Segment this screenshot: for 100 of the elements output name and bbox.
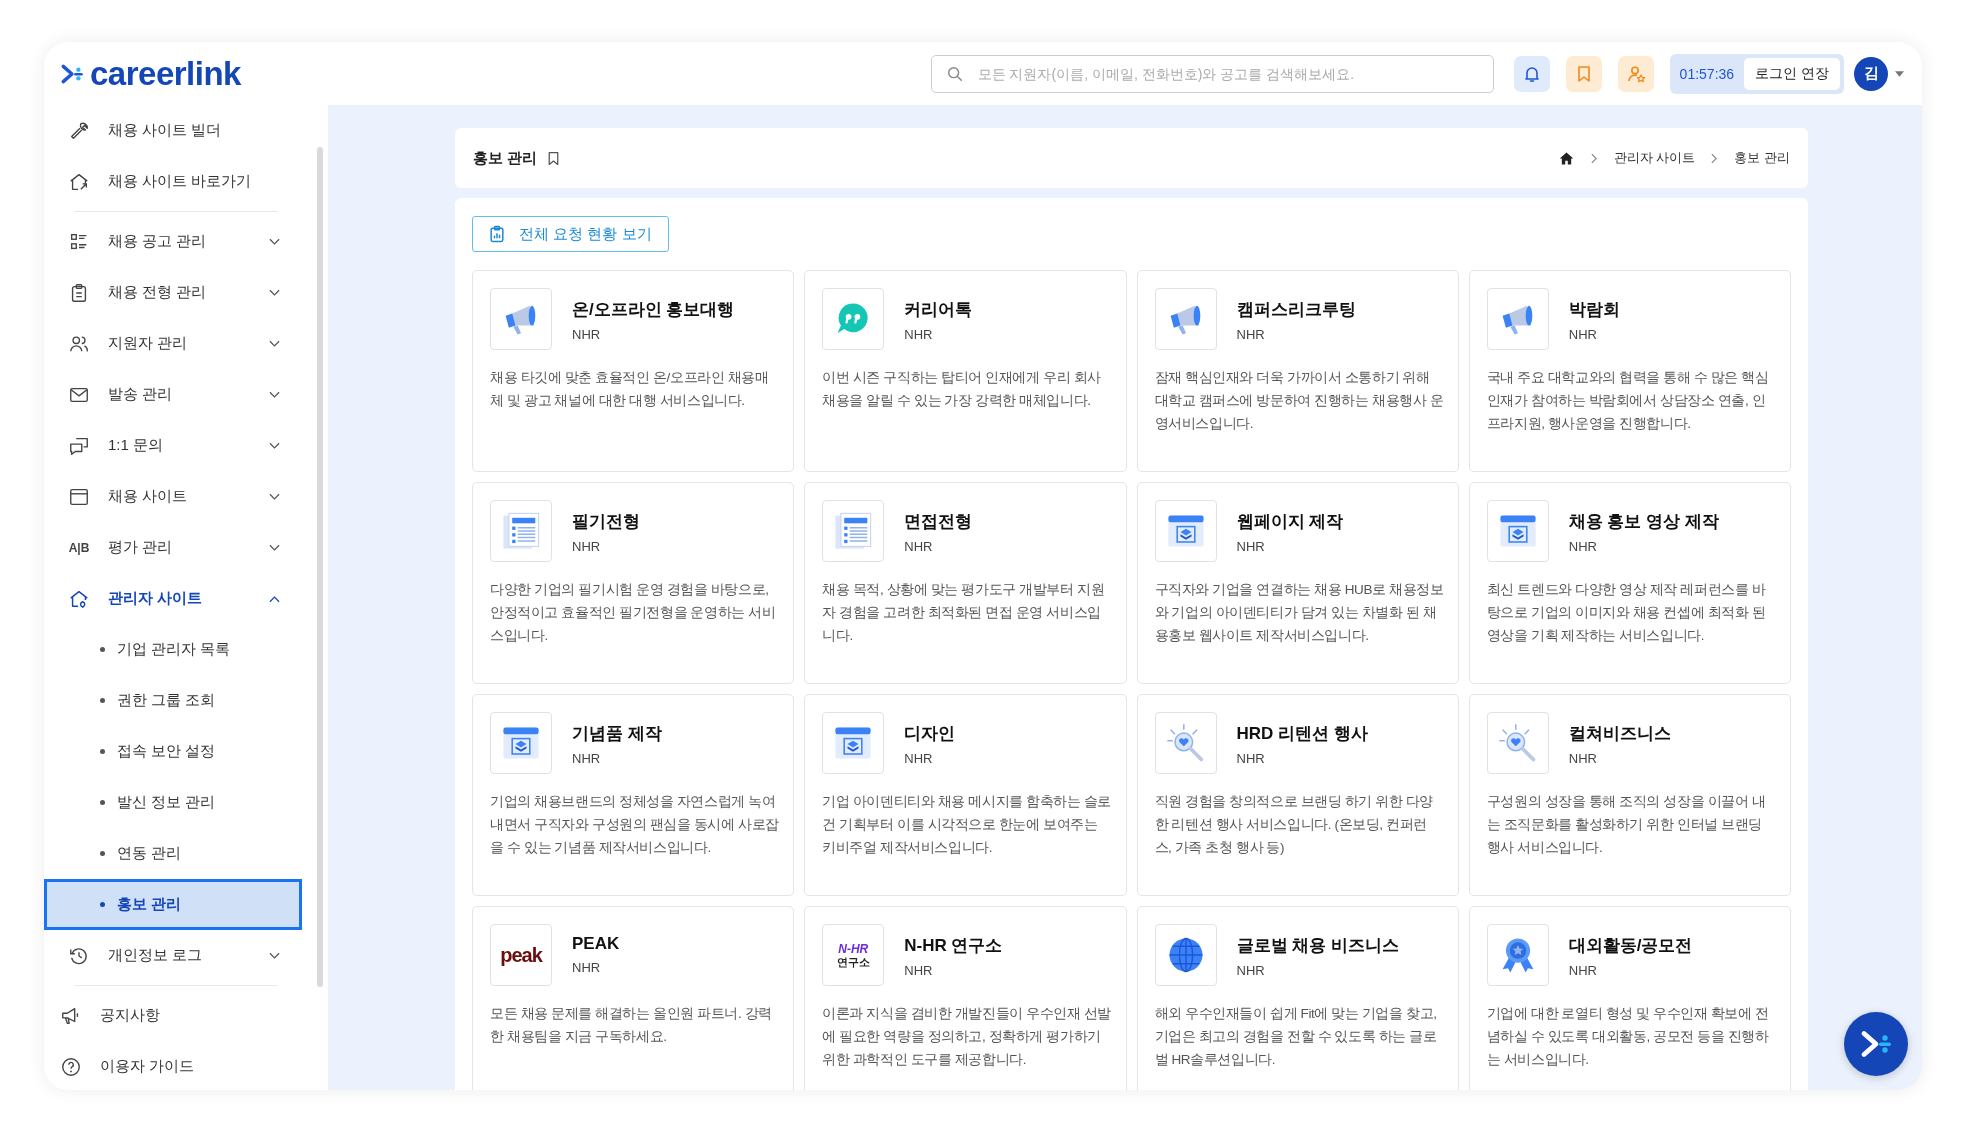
service-provider: NHR — [904, 539, 934, 554]
breadcrumb-link[interactable]: 관리자 사이트 — [1613, 149, 1696, 167]
service-card[interactable]: 대외활동/공모전 NHR 기업에 대한 로열티 형성 및 우수인재 확보에 전념하실 수 있도록 대외활동, 공모전 등을 진행하는 서비스입니다. — [1468, 906, 1791, 1090]
notification-button[interactable] — [1513, 55, 1550, 92]
sidebar-subitem[interactable]: 권한 그룹 조회 — [44, 675, 302, 726]
service-card[interactable]: HRD 리텐션 행사 NHR 직원 경험을 창의적으로 브랜딩 하기 위한 다양한 리텐션 행사 서비스입니다. (온보딩, 컨퍼런스, 가족 초청 행사 등) — [1136, 694, 1459, 896]
service-title: 글로벌 채용 비즈니스 — [1236, 935, 1399, 957]
service-card[interactable]: 필기전형 NHR 다양한 기업의 필기시험 운영 경험을 바탕으로, 안정적이고 효율적인 필기전형을 운영하는 서비스입니다. — [472, 482, 795, 684]
sidebar-menu-item[interactable]: 발송 관리 — [44, 369, 300, 420]
chevron-icon — [269, 594, 280, 603]
page-title: 홍보 관리 — [473, 148, 538, 168]
service-provider: NHR — [572, 960, 602, 975]
service-card[interactable]: 웹페이지 제작 NHR 구직자와 기업을 연결하는 채용 HUB로 채용정보와 기업의 아이덴티티가 담겨 있는 차별화 된 채용홍보 웹사이트 제작서비스입니다. — [1136, 482, 1459, 684]
sidebar-subitem[interactable]: 홍보 관리 — [44, 879, 302, 930]
service-card[interactable]: 글로벌 채용 비즈니스 NHR 해외 우수인재들이 쉽게 Fit에 맞는 기업을 찾고, 기업은 최고의 경험을 전할 수 있도록 하는 글로벌 HR솔루션입니다. — [1136, 906, 1459, 1090]
service-card[interactable]: 박람회 NHR 국내 주요 대학교와의 협력을 통해 수 많은 핵심인재가 참여하는 박람회에서 상담장소 연출, 인프라지원, 행사운영을 진행합니다. — [1468, 270, 1791, 472]
service-description: 구성원의 성장을 통해 조직의 성장을 이끌어 내는 조직문화를 활성화하기 위한 인터널 브랜딩 행사 서비스입니다. — [1486, 793, 1767, 857]
ab-icon: A|B — [68, 540, 90, 555]
sidebar-menu-item[interactable]: 채용 전형 관리 — [44, 267, 300, 318]
service-card[interactable]: 면접전형 NHR 채용 목적, 상황에 맞는 평가도구 개발부터 지원자 경험을 고려한 최적화된 면접 운영 서비스입니다. — [804, 482, 1127, 684]
service-description: 이론과 지식을 겸비한 개발진들이 우수인재 선발에 필요한 역량을 정의하고, 정확하게 평가하기 위한 과학적인 도구를 제공합니다. — [822, 1005, 1112, 1069]
sidebar-menu-item[interactable]: 개인정보 로그 — [44, 930, 300, 981]
chevron-icon — [269, 237, 280, 246]
service-provider: NHR — [572, 539, 602, 554]
help-icon — [60, 1055, 82, 1078]
service-provider: NHR — [904, 751, 934, 766]
sidebar-link[interactable]: 채용 사이트 빌더 — [44, 105, 300, 156]
service-provider: NHR — [1236, 963, 1266, 978]
service-card[interactable]: 디자인 NHR 기업 아이덴티티와 채용 메시지를 함축하는 슬로건 기획부터 이를 시각적으로 한눈에 보여주는 키비주얼 제작서비스입니다. — [804, 694, 1127, 896]
chevron-icon — [269, 441, 280, 450]
service-title: PEAK — [572, 934, 620, 954]
service-title: HRD 리텐션 행사 — [1236, 723, 1368, 745]
service-title: N-HR 연구소 — [904, 935, 1003, 957]
bullet-icon — [100, 698, 105, 703]
service-title: 대외활동/공모전 — [1568, 935, 1693, 957]
service-title: 디자인 — [904, 723, 956, 745]
bullet-icon — [100, 749, 105, 754]
service-provider: NHR — [1568, 751, 1598, 766]
sidebar-menu-item[interactable]: A|B 평가 관리 — [44, 522, 300, 573]
user-avatar[interactable]: 김 — [1854, 56, 1888, 91]
chevron-icon — [269, 288, 280, 297]
sidebar-subitem[interactable]: 접속 보안 설정 — [44, 726, 302, 777]
service-card[interactable]: peak PEAK NHR 모든 채용 문제를 해결하는 올인원 파트너. 강력한 채용팀을 지금 구독하세요. — [472, 906, 795, 1090]
service-card[interactable]: N-HR 연구소 N-HR 연구소 NHR 이론과 지식을 겸비한 개발진들이 우수인재 선발에 필요한 역량을 정의하고, 정확하게 평가하기 위한 과학적인 도구를 제공합니다. — [804, 906, 1127, 1090]
service-card[interactable]: 채용 홍보 영상 제작 NHR 최신 트렌드와 다양한 영상 제작 레퍼런스를 바탕으로 기업의 이미지와 채용 컨셉에 최적화 된 영상을 기획 제작하는 서비스입니다. — [1468, 482, 1791, 684]
user-button[interactable] — [1617, 55, 1654, 92]
service-title: 온/오프라인 홍보대행 — [572, 299, 735, 321]
chevron-icon — [269, 492, 280, 501]
bullet-icon — [100, 800, 105, 805]
logo-text: careerlink — [90, 54, 241, 93]
service-provider: NHR — [904, 963, 934, 978]
extend-login-button[interactable]: 로그인 연장 — [1744, 57, 1840, 90]
sidebar-menu-item[interactable]: 채용 공고 관리 — [44, 216, 300, 267]
service-card[interactable]: 기념품 제작 NHR 기업의 채용브랜드의 정체성을 자연스럽게 녹여내면서 구직자와 구성원의 팬심을 동시에 사로잡을 수 있는 기념품 제작서비스입니다. — [472, 694, 795, 896]
service-description: 잠재 핵심인재와 더욱 가까이서 소통하기 위해 대학교 캠퍼스에 방문하여 진행하는 채용행사 운영서비스입니다. — [1154, 369, 1444, 433]
chevron-icon — [269, 951, 280, 960]
session-timer: 01:57:36 — [1679, 65, 1735, 82]
view-all-requests-button[interactable]: 전체 요청 현황 보기 — [472, 216, 669, 252]
breadcrumb-link[interactable]: 홍보 관리 — [1734, 149, 1790, 167]
chevron-icon — [1590, 152, 1598, 164]
caret-icon[interactable] — [1895, 70, 1904, 77]
sidebar-link[interactable]: 이용자 가이드 — [44, 1041, 300, 1090]
service-card[interactable]: 컬쳐비즈니스 NHR 구성원의 성장을 통해 조직의 성장을 이끌어 내는 조직문화를 활성화하기 위한 인터널 브랜딩 행사 서비스입니다. — [1468, 694, 1791, 896]
logo-text: N-HR — [838, 942, 869, 955]
service-description: 모든 채용 문제를 해결하는 올인원 파트너. 강력한 채용팀을 지금 구독하세요. — [490, 1005, 773, 1046]
service-title: 웹페이지 제작 — [1236, 511, 1344, 533]
service-title: 커리어톡 — [904, 299, 973, 321]
service-card[interactable]: 캠퍼스리크루팅 NHR 잠재 핵심인재와 더욱 가까이서 소통하기 위해 대학교 캠퍼스에 방문하여 진행하는 채용행사 운영서비스입니다. — [1136, 270, 1459, 472]
sidebar-subitem[interactable]: 기업 관리자 목록 — [44, 624, 302, 675]
service-description: 기업 아이덴티티와 채용 메시지를 함축하는 슬로건 기획부터 이를 시각적으로 한눈에 보여주는 키비주얼 제작서비스입니다. — [822, 793, 1112, 857]
logo-text: 연구소 — [836, 956, 870, 968]
sidebar-subitem[interactable]: 발신 정보 관리 — [44, 777, 302, 828]
sidebar-menu-item[interactable]: 관리자 사이트 — [44, 573, 300, 624]
service-card[interactable]: 온/오프라인 홍보대행 NHR 채용 타깃에 맞춘 효율적인 온/오프라인 채용매체 및 광고 채널에 대한 대행 서비스입니다. — [472, 270, 795, 472]
sidebar-menu-item[interactable]: 지원자 관리 — [44, 318, 300, 369]
service-description: 채용 목적, 상황에 맞는 평가도구 개발부터 지원자 경험을 고려한 최적화된 면접 운영 서비스입니다. — [822, 581, 1106, 645]
service-provider: NHR — [1568, 327, 1598, 342]
service-description: 기업에 대한 로열티 형성 및 우수인재 확보에 전념하실 수 있도록 대외활동, 공모전 등을 진행하는 서비스입니다. — [1486, 1005, 1770, 1069]
service-provider: NHR — [572, 327, 602, 342]
sidebar-menu-item[interactable]: 채용 사이트 — [44, 471, 300, 522]
scrollbar-thumb[interactable] — [317, 147, 323, 987]
service-provider: NHR — [1568, 539, 1598, 554]
service-description: 국내 주요 대학교와의 협력을 통해 수 많은 핵심인재가 참여하는 박람회에서 상담장소 연출, 인프라지원, 행사운영을 진행합니다. — [1486, 369, 1770, 433]
service-title: 기념품 제작 — [572, 723, 662, 745]
service-provider: NHR — [572, 751, 602, 766]
sidebar-menu-item[interactable]: 1:1 문의 — [44, 420, 300, 471]
search-field[interactable]: 모든 지원자(이름, 이메일, 전화번호)와 공고를 검색해보세요. — [930, 54, 1494, 93]
service-provider: NHR — [1236, 751, 1266, 766]
chevron-icon — [269, 390, 280, 399]
floating-action-button[interactable] — [1844, 1012, 1908, 1076]
chevron-icon — [269, 543, 280, 552]
sidebar-link[interactable]: 공지사항 — [44, 990, 300, 1041]
service-card[interactable]: 커리어톡 NHR 이번 시즌 구직하는 탑티어 인재에게 우리 회사 채용을 알릴 수 있는 가장 강력한 매체입니다. — [804, 270, 1127, 472]
bullet-icon — [100, 647, 105, 652]
service-description: 다양한 기업의 필기시험 운영 경험을 바탕으로, 안정적이고 효율적인 필기전형을 운영하는 서비스입니다. — [490, 581, 777, 645]
bullet-icon — [100, 851, 105, 856]
service-description: 구직자와 기업을 연결하는 채용 HUB로 채용정보와 기업의 아이덴티티가 담겨 있는 차별화 된 채용홍보 웹사이트 제작서비스입니다. — [1154, 581, 1444, 645]
sidebar-link[interactable]: 채용 사이트 바로가기 — [44, 156, 300, 207]
sidebar-subitem[interactable]: 연동 관리 — [44, 828, 302, 879]
service-provider: NHR — [1236, 539, 1266, 554]
